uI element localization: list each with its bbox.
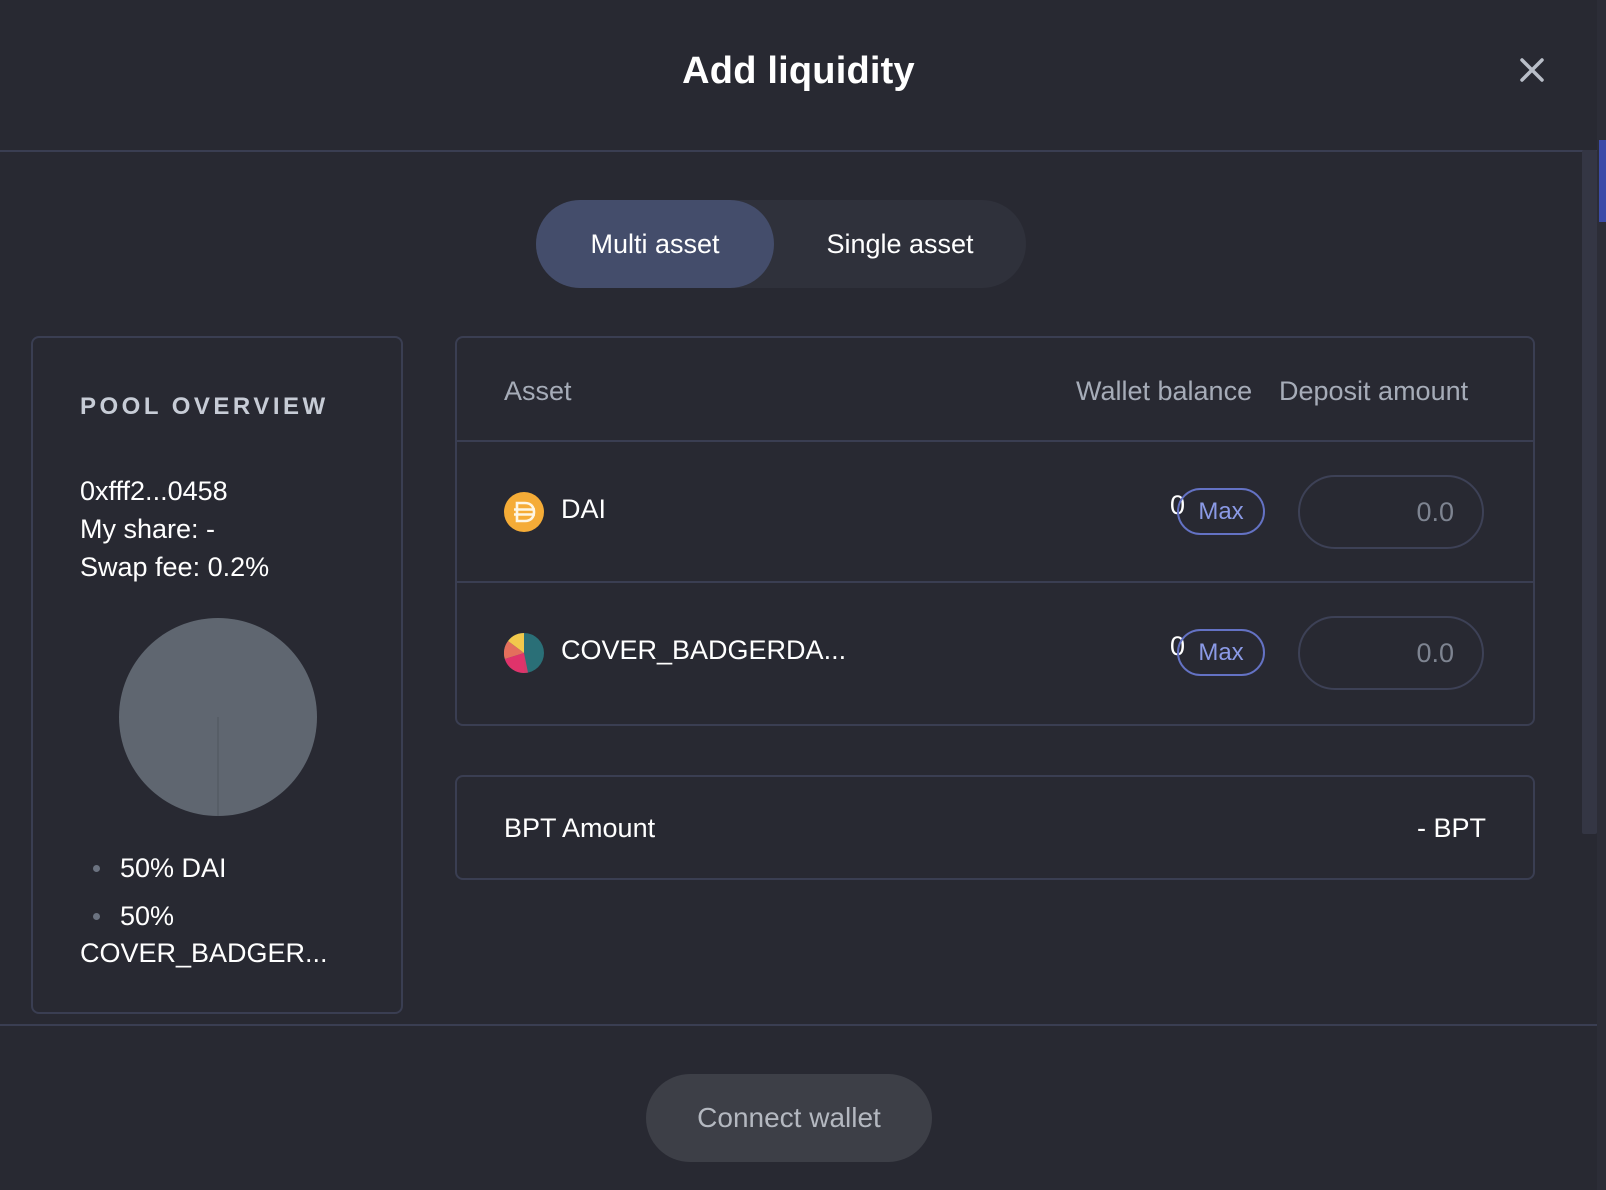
modal-title: Add liquidity [682, 50, 915, 92]
legend-label: 50% DAI [120, 853, 227, 883]
modal-header: Add liquidity [0, 0, 1597, 152]
token-name: DAI [561, 494, 607, 524]
legend-bullet [93, 865, 100, 872]
background-page-edge [1597, 0, 1606, 1190]
column-header-deposit-amount: Deposit amount [1279, 376, 1469, 406]
assets-table-header: Asset Wallet balance Deposit amount [457, 338, 1533, 442]
pool-weights-legend: 50% DAI 50% COVER_BADGER... [80, 844, 328, 972]
swap-fee: Swap fee: 0.2% [80, 552, 270, 582]
asset-mode-toggle: Multi asset Single asset [536, 200, 1026, 288]
deposit-amount-input[interactable] [1298, 475, 1484, 549]
column-header-asset: Asset [504, 376, 572, 406]
tab-multi-asset[interactable]: Multi asset [536, 200, 774, 288]
pool-overview-title: POOL OVERVIEW [80, 393, 329, 420]
add-liquidity-modal: Add liquidity Multi asset Single asset P… [0, 0, 1597, 1190]
pool-weights-pie-chart [119, 618, 317, 816]
deposit-amount-input[interactable] [1298, 616, 1484, 690]
legend-item: 50% [80, 892, 328, 940]
pool-overview-panel: POOL OVERVIEW 0xfff2...0458 My share: - … [31, 336, 403, 1014]
close-button[interactable] [1512, 50, 1552, 90]
footer-divider [0, 1024, 1597, 1026]
close-icon [1520, 58, 1544, 82]
cover-badger-token-icon [504, 633, 544, 673]
bpt-amount-value: - BPT [1416, 813, 1486, 843]
background-accent [1599, 140, 1606, 222]
max-button[interactable]: Max [1177, 488, 1265, 535]
legend-item: 50% DAI [80, 844, 328, 892]
tab-single-asset[interactable]: Single asset [774, 200, 1026, 288]
bpt-amount-panel: BPT Amount - BPT [455, 775, 1535, 880]
scrollbar[interactable] [1582, 150, 1597, 834]
legend-label: 50% [120, 901, 175, 931]
table-row: COVER_BADGERDA... 0 Max [457, 583, 1533, 724]
column-header-wallet-balance: Wallet balance [1076, 376, 1253, 406]
pool-details: 0xfff2...0458 My share: - Swap fee: 0.2% [80, 472, 269, 586]
table-row: DAI 0 Max [457, 442, 1533, 583]
bpt-amount-label: BPT Amount [504, 813, 656, 843]
connect-wallet-button[interactable]: Connect wallet [646, 1074, 932, 1162]
assets-table: Asset Wallet balance Deposit amount DAI … [455, 336, 1535, 726]
token-name: COVER_BADGERDA... [561, 635, 847, 665]
my-share: My share: - [80, 514, 216, 544]
legend-bullet [93, 913, 100, 920]
max-button[interactable]: Max [1177, 629, 1265, 676]
pool-address: 0xfff2...0458 [80, 476, 228, 506]
dai-token-icon [504, 492, 544, 532]
